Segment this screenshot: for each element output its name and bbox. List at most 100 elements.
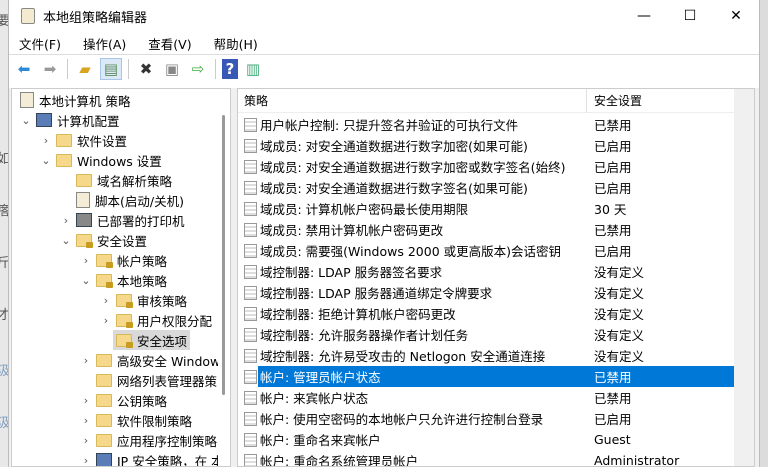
tree-item-deployed-printers[interactable]: › 已部署的打印机 <box>64 210 185 230</box>
toolbar-separator <box>67 58 68 79</box>
chevron-right-icon[interactable]: › <box>80 454 92 467</box>
tree-item-user-rights[interactable]: › 用户权限分配 <box>104 310 212 330</box>
table-row[interactable]: 域成员: 计算机帐户密码最长使用期限 30 天 <box>238 198 734 219</box>
tree-item-network-list-manager[interactable]: 网络列表管理器策! <box>96 370 222 390</box>
tree-label: 软件限制策略 <box>117 413 193 429</box>
chevron-right-icon[interactable]: › <box>40 134 52 147</box>
tree-item-app-control[interactable]: › 应用程序控制策略 <box>84 430 217 450</box>
policy-value: Administrator <box>594 453 680 467</box>
chevron-right-icon[interactable]: › <box>60 214 72 227</box>
policy-name: 帐户: 管理员帐户状态 <box>260 370 381 385</box>
chevron-right-icon[interactable]: › <box>80 434 92 447</box>
computer-icon <box>36 113 52 127</box>
policy-setting-icon <box>244 369 257 384</box>
help-icon[interactable]: ? <box>222 58 238 79</box>
scrollbar-thumb[interactable] <box>222 115 225 395</box>
table-row[interactable]: 域控制器: LDAP 服务器通道绑定令牌要求 没有定义 <box>238 282 734 303</box>
policy-name: 域成员: 对安全通道数据进行数字加密(如果可能) <box>260 139 528 154</box>
table-row[interactable]: 域成员: 禁用计算机帐户密码更改 已禁用 <box>238 219 734 240</box>
column-divider[interactable] <box>586 89 587 113</box>
menu-help[interactable]: 帮助(H) <box>214 34 258 53</box>
tree-item-name-resolution-policy[interactable]: 域名解析策略 <box>76 170 172 190</box>
list-scrollbar[interactable] <box>734 89 754 466</box>
tree-item-software-settings[interactable]: › 软件设置 <box>44 130 128 150</box>
extended-view-icon[interactable]: ▥ <box>242 58 264 80</box>
policy-value: 30 天 <box>594 202 627 217</box>
tree-item-account-policies[interactable]: › 帐户策略 <box>84 250 167 270</box>
policy-value: 已禁用 <box>594 370 632 385</box>
menu-view[interactable]: 查看(V) <box>148 34 191 53</box>
tree-label: 公钥策略 <box>117 393 168 409</box>
policy-value: 没有定义 <box>594 265 645 280</box>
table-row[interactable]: 帐户: 重命名来宾帐户 Guest <box>238 429 734 450</box>
tree-item-security-options[interactable]: 安全选项 <box>113 330 191 350</box>
back-icon[interactable]: ⬅ <box>13 58 35 80</box>
tree-label: 软件设置 <box>77 133 128 149</box>
chevron-down-icon[interactable]: ⌄ <box>80 274 92 287</box>
table-row[interactable]: 帐户: 使用空密码的本地帐户只允许进行控制台登录 已启用 <box>238 408 734 429</box>
table-row[interactable]: 域成员: 对安全通道数据进行数字签名(如果可能) 已启用 <box>238 177 734 198</box>
chevron-right-icon[interactable]: › <box>80 254 92 267</box>
table-row[interactable]: 域控制器: 允许易受攻击的 Netlogon 安全通道连接 没有定义 <box>238 345 734 366</box>
column-header-policy[interactable]: 策略 <box>244 92 268 109</box>
chevron-down-icon[interactable]: ⌄ <box>40 154 52 167</box>
tree-item-windows-settings[interactable]: ⌄ Windows 设置 <box>41 150 162 170</box>
chevron-right-icon[interactable]: › <box>100 294 112 307</box>
policy-name: 帐户: 重命名系统管理员帐户 <box>260 454 419 467</box>
chevron-down-icon[interactable]: ⌄ <box>20 114 32 127</box>
table-row[interactable]: 域控制器: LDAP 服务器签名要求 没有定义 <box>238 261 734 282</box>
chevron-right-icon[interactable]: › <box>80 354 92 367</box>
maximize-button[interactable]: ☐ <box>667 0 713 32</box>
policy-name: 用户帐户控制: 只提升签名并验证的可执行文件 <box>260 118 519 133</box>
table-row[interactable]: 域控制器: 拒绝计算机帐户密码更改 没有定义 <box>238 303 734 324</box>
policy-value: 已禁用 <box>594 223 632 238</box>
tree-item-scripts[interactable]: 脚本(启动/关机) <box>76 190 184 210</box>
folder-icon <box>76 173 92 187</box>
table-row[interactable]: 域控制器: 允许服务器操作者计划任务 没有定义 <box>238 324 734 345</box>
minimize-button[interactable]: — <box>621 0 667 32</box>
close-button[interactable]: ✕ <box>713 0 759 32</box>
properties-icon[interactable]: ▣ <box>161 58 183 80</box>
chevron-right-icon[interactable]: › <box>80 394 92 407</box>
column-header-security-setting[interactable]: 安全设置 <box>594 92 642 109</box>
policy-name: 域成员: 对安全通道数据进行数字加密或数字签名(始终) <box>260 160 566 175</box>
app-icon <box>21 8 35 24</box>
table-row[interactable]: 用户帐户控制: 只提升签名并验证的可执行文件 已禁用 <box>238 114 734 135</box>
policy-value: 已禁用 <box>594 118 632 133</box>
tree-item-software-restriction[interactable]: › 软件限制策略 <box>84 410 193 430</box>
table-row[interactable]: 域成员: 对安全通道数据进行数字加密(如果可能) 已启用 <box>238 135 734 156</box>
chevron-right-icon[interactable]: › <box>80 414 92 427</box>
show-hide-tree-icon[interactable]: ▤ <box>100 57 122 80</box>
tree-scrollbar[interactable] <box>218 89 230 466</box>
tree-item-advanced-firewall[interactable]: › 高级安全 Window <box>84 350 220 370</box>
tree-item-public-key-policies[interactable]: › 公钥策略 <box>84 390 168 410</box>
table-row[interactable]: 帐户: 来宾帐户状态 已禁用 <box>238 387 734 408</box>
table-row[interactable]: 帐户: 重命名系统管理员帐户 Administrator <box>238 450 734 467</box>
table-row[interactable]: 域成员: 对安全通道数据进行数字加密或数字签名(始终) 已启用 <box>238 156 734 177</box>
export-list-icon[interactable]: ⇨ <box>187 58 209 80</box>
up-folder-icon[interactable]: ▰ <box>74 58 96 80</box>
forward-icon[interactable]: ➡ <box>39 58 61 80</box>
menu-file[interactable]: 文件(F) <box>19 34 61 53</box>
printer-icon <box>76 213 92 227</box>
policy-name: 帐户: 重命名来宾帐户 <box>260 433 381 448</box>
table-row[interactable]: 域成员: 需要强(Windows 2000 或更高版本)会话密钥 已启用 <box>238 240 734 261</box>
panes: 本地计算机 策略 ⌄ 计算机配置 › 软件设置 ⌄ Windows 设置 域名解析策略… <box>9 88 759 467</box>
chevron-down-icon[interactable]: ⌄ <box>60 234 72 247</box>
tree-item-local-computer-policy[interactable]: 本地计算机 策略 <box>20 90 130 110</box>
policy-setting-icon <box>244 264 257 279</box>
table-row[interactable]: 帐户: 管理员帐户状态 已禁用 <box>238 366 734 387</box>
tree-item-local-policies[interactable]: ⌄ 本地策略 <box>81 270 167 290</box>
tree-item-audit-policy[interactable]: › 审核策略 <box>104 290 187 310</box>
locked-folder-icon <box>96 253 113 268</box>
tree-item-ip-security[interactable]: › IP 安全策略，在 本 <box>84 450 224 466</box>
console-tree: 本地计算机 策略 ⌄ 计算机配置 › 软件设置 ⌄ Windows 设置 域名解析策略… <box>11 88 231 467</box>
chevron-right-icon[interactable]: › <box>100 314 112 327</box>
tree-item-security-settings[interactable]: ⌄ 安全设置 <box>61 230 147 250</box>
tree-item-computer-config[interactable]: ⌄ 计算机配置 <box>21 110 120 130</box>
policy-value: 没有定义 <box>594 349 645 364</box>
menu-action[interactable]: 操作(A) <box>83 34 126 53</box>
delete-icon[interactable]: ✖ <box>135 58 157 80</box>
list-header: 策略 安全设置 <box>238 89 734 113</box>
locked-folder-icon <box>96 273 113 288</box>
